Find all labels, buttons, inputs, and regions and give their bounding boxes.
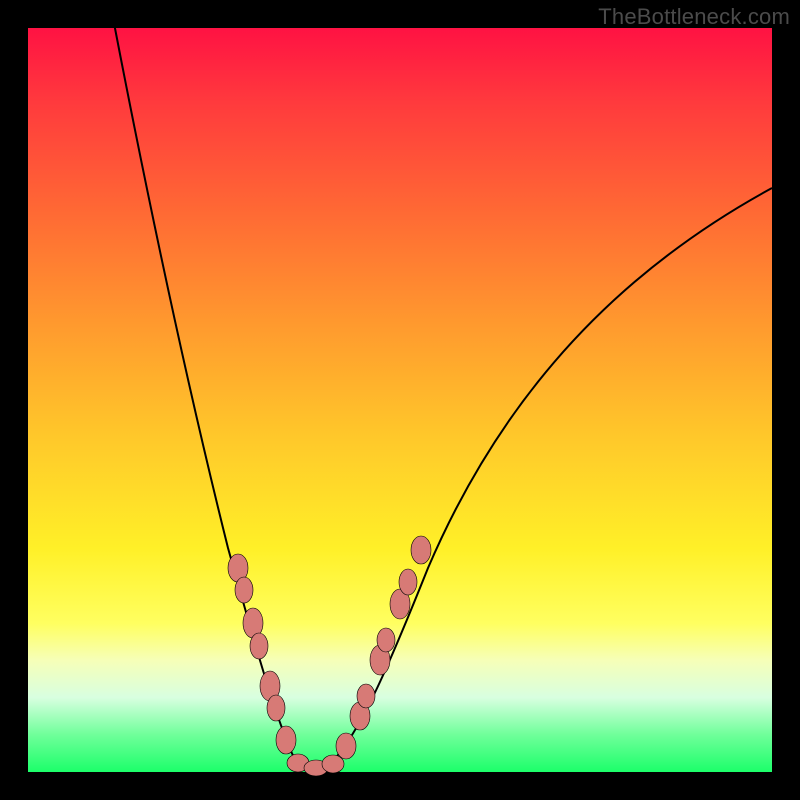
- bead: [357, 684, 375, 708]
- bead: [235, 577, 253, 603]
- plot-area: [28, 28, 772, 772]
- bead: [322, 755, 344, 773]
- outer-frame: TheBottleneck.com: [0, 0, 800, 800]
- bead: [399, 569, 417, 595]
- bead: [336, 733, 356, 759]
- bead: [377, 628, 395, 652]
- curve-left-branch: [113, 18, 298, 766]
- bead: [411, 536, 431, 564]
- watermark-text: TheBottleneck.com: [598, 4, 790, 30]
- bottleneck-curve: [28, 28, 772, 772]
- curve-right-branch: [298, 188, 772, 769]
- bead: [250, 633, 268, 659]
- bead: [276, 726, 296, 754]
- bead: [267, 695, 285, 721]
